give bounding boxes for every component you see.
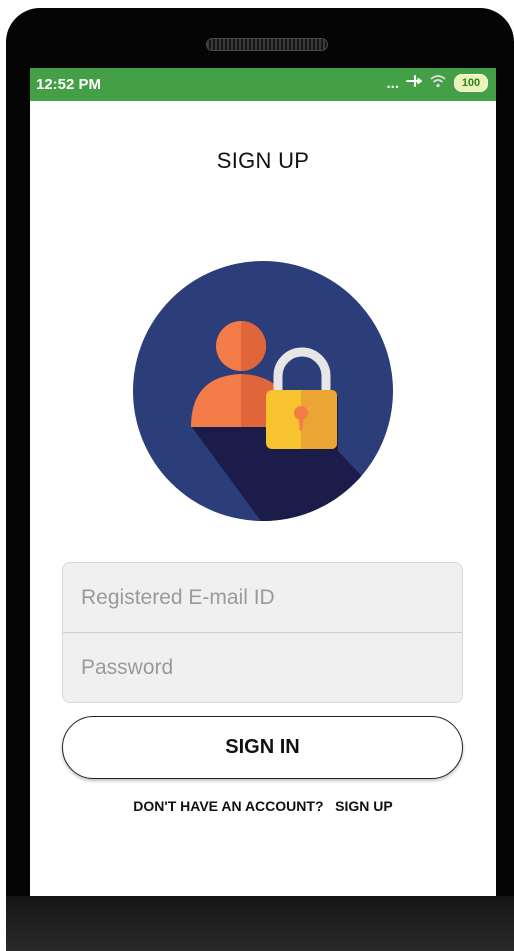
- signup-prompt: DON'T HAVE AN ACCOUNT? SIGN UP: [30, 798, 496, 814]
- no-account-text: DON'T HAVE AN ACCOUNT?: [133, 798, 324, 814]
- login-form: [62, 562, 463, 703]
- status-icons: ... 100: [386, 74, 488, 92]
- status-bar: 12:52 PM ... 100: [30, 68, 496, 101]
- phone-bottom-bezel: [6, 896, 514, 951]
- battery-icon: 100: [454, 74, 488, 92]
- wifi-icon: [429, 74, 447, 92]
- airplane-icon: [406, 74, 423, 92]
- password-field[interactable]: [63, 633, 462, 703]
- app-screen: 12:52 PM ... 100 SIGN UP Registered E-ma…: [30, 68, 496, 896]
- page-title: SIGN UP: [216, 148, 310, 173]
- user-lock-icon: [133, 261, 393, 521]
- user-lock-logo: [133, 261, 393, 521]
- sign-up-link[interactable]: SIGN UP: [335, 798, 393, 814]
- sign-in-button[interactable]: SIGN IN: [62, 716, 463, 779]
- more-dots-icon: ...: [386, 74, 399, 92]
- speaker-grille: [206, 38, 328, 51]
- email-field[interactable]: [63, 563, 462, 633]
- status-time: 12:52 PM: [36, 76, 102, 93]
